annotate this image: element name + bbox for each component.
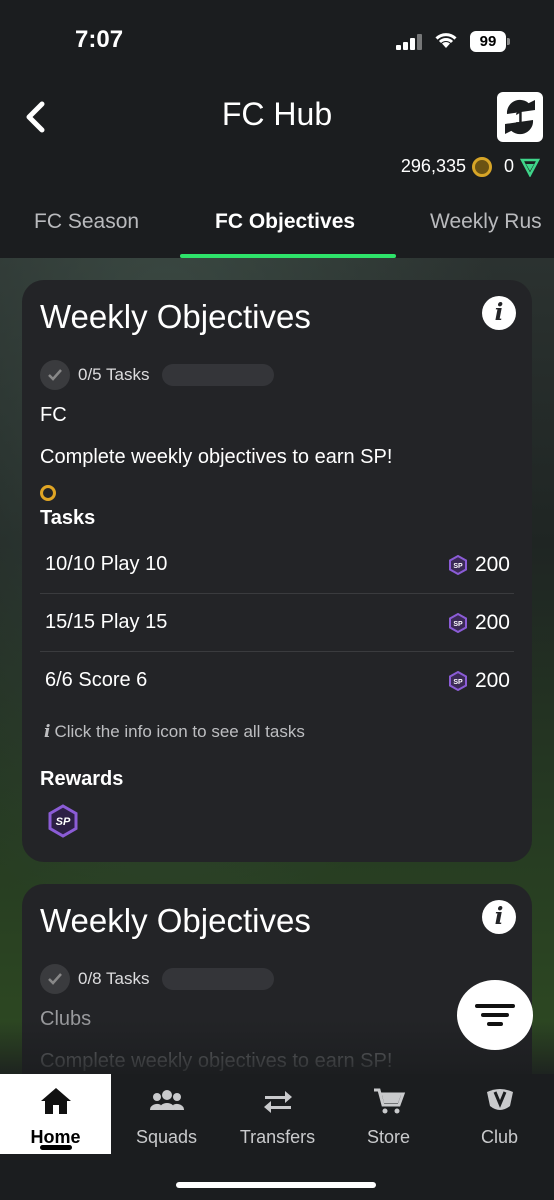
sp-icon: SP	[448, 555, 467, 575]
coins-value: 296,335	[400, 156, 466, 176]
filter-icon	[475, 1004, 515, 1008]
task-reward: SP 200	[448, 669, 510, 693]
tab-fc-objectives[interactable]: FC Objectives	[215, 210, 355, 234]
group-name: FC	[40, 404, 67, 426]
progress-label: 0/5 Tasks	[78, 365, 150, 384]
task-row: 10/10 Play 10 SP 200	[40, 536, 514, 594]
hint-text: Click the info icon to see all tasks	[54, 722, 305, 741]
objective-card-fc[interactable]: Weekly Objectives i 0/5 Tasks FC Complet…	[22, 280, 532, 862]
sp-reward-icon[interactable]: SP	[48, 804, 78, 838]
fc-points-icon	[520, 158, 540, 177]
svg-text:1: 1	[515, 108, 525, 128]
card-description: Complete weekly objectives to earn SP!	[40, 1050, 393, 1072]
task-name: 6/6 Score 6	[45, 669, 148, 691]
info-icon[interactable]: i	[482, 900, 516, 934]
progress-bar	[161, 968, 274, 990]
home-icon	[40, 1088, 71, 1114]
tasks-heading: Tasks	[40, 507, 96, 529]
squads-icon	[149, 1090, 184, 1110]
nav-label: Store	[366, 1127, 411, 1147]
card-title: Weekly Objectives	[40, 298, 311, 335]
info-hint: i Click the info icon to see all tasks	[44, 722, 305, 742]
task-reward: SP 200	[448, 553, 510, 577]
card-title: Weekly Objectives	[40, 902, 311, 939]
currency-display: 296,335 0	[401, 156, 540, 177]
ultimate-team-logo-icon[interactable]: 1	[497, 92, 543, 142]
task-name: 15/15 Play 15	[45, 611, 168, 633]
task-row: 15/15 Play 15 SP 200	[40, 594, 514, 652]
nav-transfers[interactable]: Transfers	[222, 1074, 333, 1154]
club-icon	[486, 1089, 513, 1110]
transfers-icon	[263, 1091, 292, 1113]
task-reward: SP 200	[448, 611, 510, 635]
svg-text:SP: SP	[453, 621, 463, 628]
svg-text:SP: SP	[453, 563, 463, 570]
battery-icon: 99	[470, 31, 506, 52]
battery-tip	[507, 38, 510, 45]
active-tab-indicator	[180, 254, 396, 258]
nav-home[interactable]: Home	[0, 1074, 111, 1154]
nav-label: Club	[480, 1127, 519, 1147]
objective-group-icon	[40, 485, 56, 501]
card-description: Complete weekly objectives to earn SP!	[40, 446, 393, 468]
coin-icon	[471, 156, 492, 177]
svg-text:SP: SP	[56, 816, 71, 828]
nav-label: Transfers	[239, 1127, 316, 1147]
task-name: 10/10 Play 10	[45, 553, 168, 575]
progress-bar	[161, 364, 274, 386]
active-nav-indicator	[40, 1145, 72, 1150]
points-value: 0	[503, 156, 514, 176]
tab-weekly-rush[interactable]: Weekly Rus	[430, 210, 542, 234]
progress-label: 0/8 Tasks	[78, 969, 150, 988]
sp-icon: SP	[448, 671, 467, 691]
nav-squads[interactable]: Squads	[111, 1074, 222, 1154]
check-icon	[40, 964, 70, 994]
reward-value: 200	[474, 669, 510, 692]
nav-label: Squads	[135, 1127, 198, 1147]
status-bar: 7:07 99	[0, 0, 554, 80]
group-name: Clubs	[40, 1008, 92, 1030]
check-icon	[40, 360, 70, 390]
reward-value: 200	[474, 553, 510, 576]
rewards-heading: Rewards	[40, 768, 124, 790]
reward-value: 200	[474, 611, 510, 634]
objective-card-clubs[interactable]: Weekly Objectives i 0/8 Tasks Clubs Comp…	[22, 884, 532, 1104]
header: FC Hub 1 296,335 0 FC Season FC Objectiv…	[0, 80, 554, 258]
store-icon	[373, 1088, 405, 1114]
svg-text:SP: SP	[453, 679, 463, 686]
signal-icon	[396, 34, 426, 50]
status-time: 7:07	[75, 26, 124, 53]
nav-store[interactable]: Store	[333, 1074, 444, 1154]
info-small-icon: i	[44, 722, 51, 742]
wifi-icon	[435, 33, 457, 48]
sp-icon: SP	[448, 613, 467, 633]
filter-button[interactable]	[457, 980, 533, 1050]
tab-fc-season[interactable]: FC Season	[34, 210, 139, 234]
task-progress: 0/5 Tasks	[40, 360, 274, 390]
home-indicator[interactable]	[176, 1182, 376, 1188]
nav-club[interactable]: Club	[444, 1074, 554, 1154]
task-progress: 0/8 Tasks	[40, 964, 274, 994]
tab-bar: FC Season FC Objectives Weekly Rus	[0, 200, 554, 258]
page-title: FC Hub	[221, 96, 333, 132]
task-row: 6/6 Score 6 SP 200	[40, 652, 514, 710]
info-icon[interactable]: i	[482, 296, 516, 330]
